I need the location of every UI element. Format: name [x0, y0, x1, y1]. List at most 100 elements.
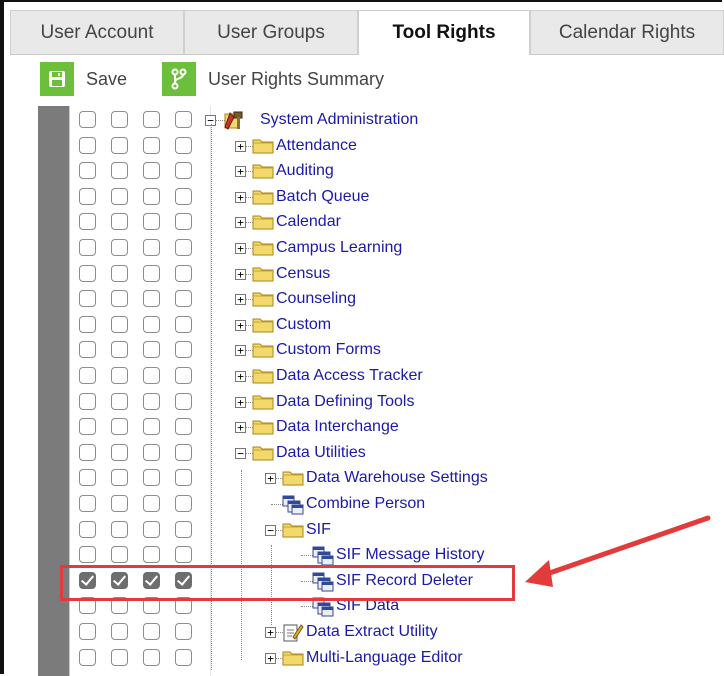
- right-checkbox[interactable]: [175, 213, 192, 231]
- right-checkbox[interactable]: [111, 341, 128, 359]
- expand-icon[interactable]: +: [235, 371, 246, 382]
- tree-item-label[interactable]: Counseling: [276, 290, 356, 308]
- tree-item-label[interactable]: Attendance: [276, 137, 357, 155]
- right-checkbox[interactable]: [111, 264, 128, 282]
- tab-calendar-rights[interactable]: Calendar Rights: [530, 10, 724, 54]
- right-checkbox[interactable]: [143, 239, 160, 256]
- right-checkbox[interactable]: [79, 418, 96, 436]
- right-checkbox[interactable]: [79, 264, 96, 282]
- right-checkbox[interactable]: [143, 136, 160, 154]
- tab-tool-rights[interactable]: Tool Rights: [358, 10, 530, 55]
- right-checkbox[interactable]: [175, 111, 192, 128]
- save-button[interactable]: Save: [40, 62, 127, 96]
- tree-item-label[interactable]: SIF Record Deleter: [336, 572, 473, 590]
- right-checkbox[interactable]: [111, 315, 128, 333]
- tree-item-label[interactable]: Auditing: [276, 162, 334, 180]
- tree-item-label[interactable]: Custom: [276, 316, 331, 334]
- right-checkbox[interactable]: [111, 520, 128, 538]
- right-checkbox[interactable]: [79, 136, 96, 154]
- right-checkbox[interactable]: [143, 546, 160, 564]
- right-checkbox[interactable]: [79, 495, 96, 512]
- right-checkbox[interactable]: [143, 213, 160, 231]
- expand-icon[interactable]: +: [235, 422, 246, 434]
- right-checkbox[interactable]: [79, 443, 96, 461]
- right-checkbox[interactable]: [175, 520, 192, 538]
- expand-icon[interactable]: +: [235, 166, 246, 178]
- expand-icon[interactable]: +: [235, 319, 246, 331]
- right-checkbox[interactable]: [79, 111, 96, 128]
- right-checkbox[interactable]: [111, 546, 128, 564]
- right-checkbox[interactable]: [111, 111, 128, 128]
- right-checkbox[interactable]: [79, 239, 96, 256]
- right-checkbox[interactable]: [79, 571, 96, 589]
- tree-item-label[interactable]: Multi-Language Editor: [306, 649, 463, 667]
- tree-item-label[interactable]: Census: [276, 265, 330, 283]
- right-checkbox[interactable]: [79, 290, 96, 308]
- right-checkbox[interactable]: [175, 290, 192, 308]
- right-checkbox[interactable]: [79, 315, 96, 333]
- right-checkbox[interactable]: [79, 392, 96, 410]
- right-checkbox[interactable]: [79, 341, 96, 359]
- right-checkbox[interactable]: [175, 443, 192, 461]
- right-checkbox[interactable]: [111, 392, 128, 410]
- expand-icon[interactable]: +: [265, 473, 276, 485]
- right-checkbox[interactable]: [143, 495, 160, 512]
- user-rights-summary-button[interactable]: User Rights Summary: [162, 62, 384, 96]
- right-checkbox[interactable]: [111, 290, 128, 308]
- right-checkbox[interactable]: [143, 162, 160, 180]
- right-checkbox[interactable]: [111, 623, 128, 640]
- right-checkbox[interactable]: [111, 495, 128, 512]
- right-checkbox[interactable]: [175, 597, 192, 615]
- tree-item-label[interactable]: SIF Message History: [336, 546, 484, 564]
- right-checkbox[interactable]: [175, 341, 192, 359]
- right-checkbox[interactable]: [79, 546, 96, 564]
- right-checkbox[interactable]: [143, 469, 160, 487]
- right-checkbox[interactable]: [175, 264, 192, 282]
- expand-icon[interactable]: +: [265, 627, 276, 638]
- right-checkbox[interactable]: [111, 187, 128, 205]
- tree-item-label[interactable]: System Administration: [260, 111, 418, 129]
- right-checkbox[interactable]: [143, 367, 160, 384]
- tree-item-label[interactable]: Campus Learning: [276, 239, 402, 257]
- right-checkbox[interactable]: [111, 162, 128, 180]
- right-checkbox[interactable]: [175, 367, 192, 384]
- right-checkbox[interactable]: [111, 136, 128, 154]
- right-checkbox[interactable]: [175, 136, 192, 154]
- right-checkbox[interactable]: [175, 162, 192, 180]
- right-checkbox[interactable]: [175, 418, 192, 436]
- tree-item-label[interactable]: Data Defining Tools: [276, 393, 414, 411]
- right-checkbox[interactable]: [175, 315, 192, 333]
- expand-icon[interactable]: +: [235, 294, 246, 306]
- right-checkbox[interactable]: [111, 239, 128, 256]
- right-checkbox[interactable]: [175, 187, 192, 205]
- right-checkbox[interactable]: [175, 623, 192, 640]
- tree-item-label[interactable]: SIF: [306, 521, 331, 539]
- expand-icon[interactable]: +: [235, 396, 246, 408]
- right-checkbox[interactable]: [143, 341, 160, 359]
- tab-user-groups[interactable]: User Groups: [184, 10, 358, 54]
- tree-item-label[interactable]: SIF Data: [336, 597, 399, 615]
- tree-item-label[interactable]: Calendar: [276, 213, 341, 231]
- right-checkbox[interactable]: [79, 162, 96, 180]
- right-checkbox[interactable]: [143, 290, 160, 308]
- right-checkbox[interactable]: [143, 520, 160, 538]
- tab-user-account[interactable]: User Account: [10, 10, 184, 54]
- right-checkbox[interactable]: [175, 571, 192, 589]
- right-checkbox[interactable]: [143, 392, 160, 410]
- expand-icon[interactable]: +: [235, 243, 246, 254]
- expand-icon[interactable]: +: [265, 652, 276, 664]
- right-checkbox[interactable]: [175, 392, 192, 410]
- right-checkbox[interactable]: [175, 546, 192, 564]
- tree-item-label[interactable]: Data Access Tracker: [276, 367, 423, 385]
- right-checkbox[interactable]: [79, 469, 96, 487]
- tree-item-label[interactable]: Batch Queue: [276, 188, 369, 206]
- right-checkbox[interactable]: [143, 264, 160, 282]
- right-checkbox[interactable]: [79, 367, 96, 384]
- right-checkbox[interactable]: [143, 571, 160, 589]
- right-checkbox[interactable]: [111, 648, 128, 666]
- right-checkbox[interactable]: [79, 187, 96, 205]
- tree-item-label[interactable]: Data Warehouse Settings: [306, 469, 488, 487]
- expand-icon[interactable]: +: [235, 268, 246, 280]
- expand-icon[interactable]: +: [235, 191, 246, 203]
- tree-item-label[interactable]: Custom Forms: [276, 341, 381, 359]
